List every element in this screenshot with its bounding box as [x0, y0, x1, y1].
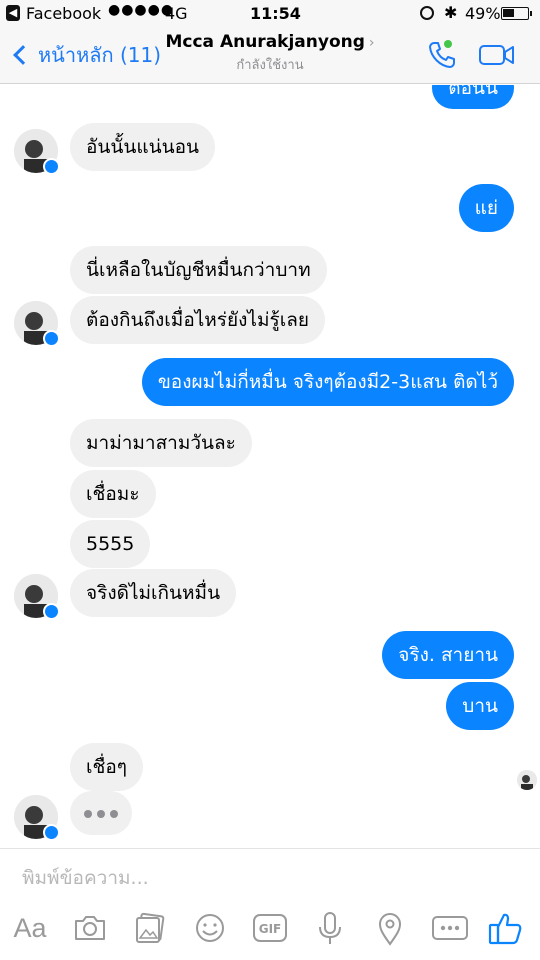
contact-info-button[interactable]: Mcca Anurakjanyong › กำลังใช้งาน — [160, 32, 380, 75]
gif-icon[interactable]: GIF — [250, 909, 290, 947]
battery-level — [503, 9, 514, 17]
aa-icon[interactable]: Aa — [10, 909, 50, 947]
camera-icon[interactable] — [70, 909, 110, 947]
contact-avatar[interactable] — [14, 129, 60, 175]
battery-tip — [530, 11, 532, 16]
photo-gallery-icon[interactable] — [130, 909, 170, 947]
messenger-badge-icon — [43, 158, 60, 175]
outgoing-message[interactable]: แย่ — [458, 184, 514, 232]
incoming-message[interactable]: นี่เหลือในบัญชีหมื่นกว่าบาท — [70, 246, 327, 294]
battery-percentage: 49% — [465, 4, 501, 23]
conversation-header: หน้าหลัก (11) Mcca Anurakjanyong › กำลังใ… — [0, 28, 540, 84]
chevron-left-icon — [13, 45, 33, 65]
message-composer: Aa GIF — [0, 848, 540, 960]
more-icon[interactable] — [430, 909, 470, 947]
back-to-app-label[interactable]: Facebook — [26, 4, 101, 23]
thumbs-up-icon[interactable] — [486, 909, 526, 947]
bluetooth-icon: ✱ — [444, 3, 458, 22]
contact-status: กำลังใช้งาน — [236, 58, 304, 73]
online-indicator — [444, 40, 452, 48]
outgoing-message[interactable]: ของผมไม่กี่หมื่น จริงๆต้องมี2-3แสน ติดไว… — [141, 358, 514, 406]
typing-dot — [110, 810, 118, 818]
back-button[interactable]: หน้าหลัก (11) — [10, 37, 161, 73]
incoming-message[interactable]: มาม่ามาสามวันละ — [70, 419, 252, 467]
contact-avatar[interactable] — [14, 301, 60, 347]
outgoing-message[interactable]: ต่อนน — [432, 85, 514, 109]
messenger-badge-icon — [43, 603, 60, 620]
outgoing-message[interactable]: จริง. สายาน — [382, 631, 514, 679]
phone-call-icon[interactable] — [426, 39, 458, 71]
seen-avatar — [517, 770, 537, 790]
battery-icon — [501, 7, 532, 20]
orientation-lock-icon — [420, 6, 434, 20]
status-time: 11:54 — [250, 4, 301, 23]
typing-indicator — [70, 791, 132, 835]
seen-avatar-photo — [517, 770, 537, 790]
location-pin-icon[interactable] — [370, 909, 410, 947]
typing-dot — [84, 810, 92, 818]
incoming-message[interactable]: เชื่อๆ — [70, 743, 144, 791]
video-call-icon[interactable] — [478, 41, 516, 69]
typing-dot — [97, 810, 105, 818]
contact-avatar[interactable] — [14, 574, 60, 620]
messenger-badge-icon — [43, 824, 60, 841]
message-input[interactable] — [22, 867, 502, 889]
chevron-right-icon: › — [368, 35, 375, 51]
contact-avatar[interactable] — [14, 795, 60, 841]
gif-label: GIF — [259, 922, 282, 936]
incoming-message[interactable]: อันนั้นแน่นอน — [70, 123, 215, 171]
emoji-icon[interactable] — [190, 909, 230, 947]
microphone-icon[interactable] — [310, 909, 350, 947]
incoming-message[interactable]: จริงดิไม่เกินหมื่น — [70, 569, 237, 617]
message-list[interactable]: ต่อนน อันนั้นแน่นอน แย่ นี่เหลือในบัญชีห… — [0, 85, 540, 845]
incoming-message[interactable]: ต้องกินถึงเมื่อไหร่ยังไม่รู้เลย — [70, 296, 325, 344]
network-type: 4G — [165, 4, 188, 23]
back-to-app-icon[interactable]: ◀ — [6, 5, 20, 21]
incoming-message[interactable]: เชื่อมะ — [70, 470, 156, 518]
messenger-badge-icon — [43, 330, 60, 347]
status-bar: ◀ Facebook ●●●●● 4G 11:54 ✱ 49% — [0, 0, 540, 28]
back-button-label: หน้าหลัก (11) — [38, 43, 162, 67]
outgoing-message[interactable]: บาน — [446, 682, 514, 730]
contact-name: Mcca Anurakjanyong — [165, 32, 365, 52]
incoming-message[interactable]: 5555 — [70, 520, 151, 568]
